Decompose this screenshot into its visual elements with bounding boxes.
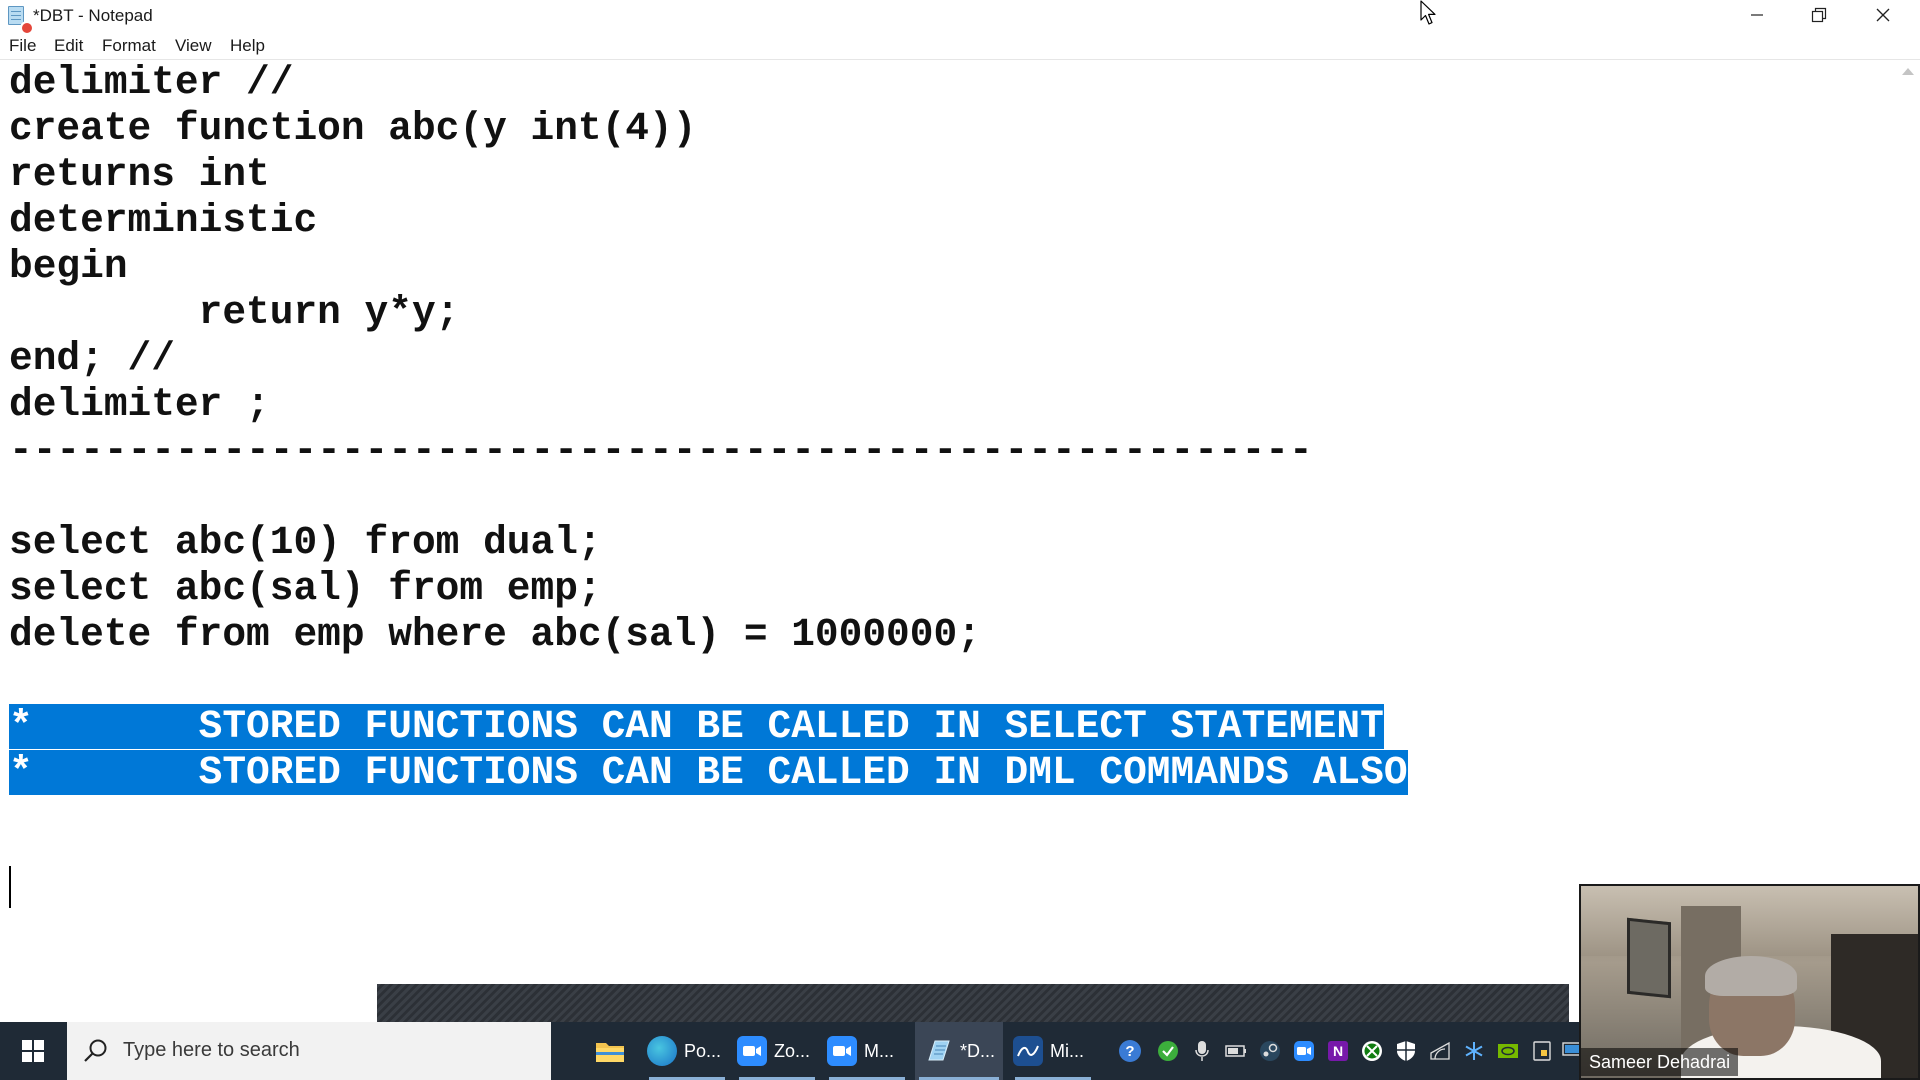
close-icon [1876, 8, 1890, 22]
windows-logo-icon [22, 1040, 44, 1062]
code-line: return y*y; [9, 290, 460, 335]
code-line: delimiter ; [9, 382, 270, 427]
zoom-meeting-icon [827, 1036, 857, 1066]
menu-file[interactable]: File [9, 36, 36, 56]
taskbar-app-notepad[interactable]: *D... [915, 1022, 1003, 1080]
code-line: select abc(sal) from emp; [9, 566, 602, 611]
code-line: returns int [9, 152, 270, 197]
menu-format[interactable]: Format [102, 36, 156, 56]
onenote-icon[interactable]: N [1326, 1039, 1350, 1063]
battery-icon[interactable] [1224, 1039, 1248, 1063]
start-button[interactable] [0, 1022, 66, 1080]
title-bar: *DBT - Notepad [0, 0, 1920, 35]
steam-icon[interactable] [1258, 1039, 1282, 1063]
window-title: *DBT - Notepad [33, 6, 153, 25]
minimize-button[interactable] [1726, 0, 1788, 30]
vertical-scrollbar[interactable] [1896, 60, 1920, 1022]
file-explorer-icon [596, 1043, 624, 1062]
taskbar-search-box[interactable]: Type here to search [67, 1022, 551, 1080]
check-icon[interactable] [1156, 1039, 1180, 1063]
webcam-video[interactable]: Sameer Dehadrai [1579, 884, 1920, 1080]
code-line: select abc(10) from dual; [9, 520, 602, 565]
notepad-icon[interactable] [6, 5, 34, 35]
svg-text:N: N [1333, 1043, 1343, 1059]
wifi-icon[interactable] [1428, 1039, 1452, 1063]
code-line: delimiter // [9, 60, 294, 105]
search-icon [84, 1039, 107, 1062]
selected-text: * STORED FUNCTIONS CAN BE CALLED IN SELE… [9, 704, 1384, 749]
taskbar-app-mysql-workbench[interactable]: Mi... [1011, 1022, 1095, 1080]
code-line: deterministic [9, 198, 318, 243]
tablet-icon[interactable] [1530, 1039, 1554, 1063]
code-line: delete from emp where abc(sal) = 1000000… [9, 612, 981, 657]
taskbar-app-edge[interactable]: Po... [645, 1022, 729, 1080]
text-caret [9, 866, 11, 908]
mouse-cursor-icon [1420, 0, 1436, 25]
restore-button[interactable] [1788, 0, 1850, 30]
help-icon[interactable]: ? [1118, 1039, 1142, 1063]
menu-view[interactable]: View [175, 36, 212, 56]
snowflake-icon[interactable] [1462, 1039, 1486, 1063]
taskbar-app-file-explorer[interactable] [585, 1022, 635, 1080]
code-line: end; // [9, 336, 175, 381]
menu-help[interactable]: Help [230, 36, 265, 56]
scroll-up-icon[interactable] [1902, 68, 1914, 75]
svg-text:?: ? [1125, 1043, 1134, 1060]
minimize-icon [1751, 14, 1763, 16]
restore-icon [1811, 7, 1827, 23]
text-editor[interactable]: delimiter // create function abc(y int(4… [0, 60, 1896, 1022]
participant-name: Sameer Dehadrai [1581, 1048, 1739, 1076]
taskbar-app-zoom[interactable]: Zo... [735, 1022, 819, 1080]
edge-icon [647, 1036, 677, 1066]
search-placeholder: Type here to search [123, 1039, 300, 1061]
separator-line: ----------------------------------------… [9, 428, 1313, 473]
zoom-icon [737, 1036, 767, 1066]
microphone-icon[interactable] [1190, 1039, 1214, 1063]
nvidia-icon[interactable] [1496, 1039, 1520, 1063]
shield-icon[interactable] [1394, 1039, 1418, 1063]
zoom-tray-icon[interactable] [1292, 1039, 1316, 1063]
menu-bar: File Edit Format View Help [0, 33, 1920, 59]
code-line: begin [9, 244, 128, 289]
zoom-share-toolbar [377, 984, 1569, 1022]
taskbar-app-zoom-meeting[interactable]: M... [825, 1022, 909, 1080]
notepad-icon [923, 1036, 953, 1066]
menu-edit[interactable]: Edit [54, 36, 83, 56]
mysql-workbench-icon [1013, 1036, 1043, 1066]
selected-text: * STORED FUNCTIONS CAN BE CALLED IN DML … [9, 750, 1408, 795]
close-button[interactable] [1852, 0, 1914, 30]
xbox-icon[interactable] [1360, 1039, 1384, 1063]
code-line: create function abc(y int(4)) [9, 106, 697, 151]
